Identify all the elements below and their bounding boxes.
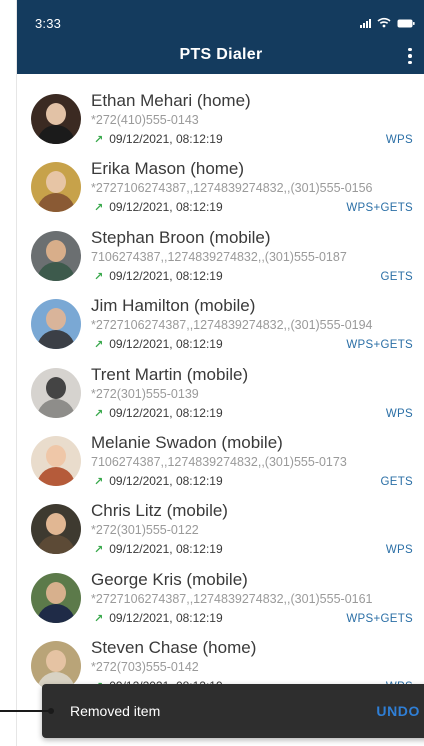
dialed-number: 7106274387,,1274839274832,,(301)555-0173 [91, 454, 347, 469]
call-timestamp-row: ↗ 09/12/2021, 08:12:19 [91, 200, 223, 214]
call-timestamp-row: ↗ 09/12/2021, 08:12:19 [91, 406, 223, 420]
dialed-number: *272(703)555-0142 [91, 660, 199, 675]
avatar [31, 435, 81, 486]
avatar [31, 367, 81, 418]
wifi-icon [377, 17, 391, 28]
contact-name: Chris Litz (mobile) [91, 501, 228, 521]
outgoing-call-arrow-icon: ↗ [94, 202, 104, 215]
call-timestamp-row: ↗ 09/12/2021, 08:12:19 [91, 611, 223, 625]
contact-name: Jim Hamilton (mobile) [91, 296, 256, 316]
battery-icon [397, 19, 415, 28]
dialed-number: *2727106274387,,1274839274832,,(301)555-… [91, 318, 373, 333]
dialed-number: *272(301)555-0122 [91, 523, 199, 538]
dialed-number: *272(410)555-0143 [91, 113, 199, 127]
call-timestamp: 09/12/2021, 08:12:19 [109, 473, 223, 488]
priority-tag: WPS+GETS [346, 202, 413, 215]
status-time: 3:33 [35, 16, 62, 31]
call-list-item[interactable]: Stephan Broon (mobile) 7106274387,,127483… [17, 223, 424, 291]
call-timestamp: 09/12/2021, 08:12:19 [109, 610, 223, 625]
app-bar: 3:33 PTS Dialer [17, 0, 424, 74]
call-list-item[interactable]: Trent Martin (mobile) *272(301)555-0139 ↗ 0… [17, 360, 424, 428]
priority-tag: WPS [385, 544, 413, 557]
contact-name: Ethan Mehari (home) [91, 91, 251, 110]
call-list-item[interactable]: Jim Hamilton (mobile) *2727106274387,,127… [17, 291, 424, 359]
contact-name: George Kris (mobile) [91, 569, 248, 589]
avatar [31, 94, 81, 144]
app-title: PTS Dialer [179, 46, 263, 63]
call-list-item[interactable]: George Kris (mobile) *2727106274387,,1274… [17, 565, 424, 633]
outgoing-call-arrow-icon: ↗ [94, 475, 104, 488]
dialed-number: 7106274387,,1274839274832,,(301)555-0187 [91, 249, 347, 264]
annotation-pointer-line [0, 708, 54, 714]
outgoing-call-arrow-icon: ↗ [94, 544, 104, 557]
status-icons [360, 17, 415, 28]
avatar [31, 299, 81, 350]
priority-tag: WPS+GETS [346, 339, 413, 352]
overflow-menu-button[interactable] [401, 44, 419, 68]
call-list-item[interactable]: Chris Litz (mobile) *272(301)555-0122 ↗ 09/… [17, 496, 424, 564]
call-timestamp: 09/12/2021, 08:12:19 [109, 268, 223, 283]
call-timestamp: 09/12/2021, 08:12:19 [109, 542, 223, 557]
undo-button[interactable]: UNDO [376, 703, 420, 719]
priority-tag: WPS [385, 407, 413, 420]
priority-tag: GETS [380, 270, 413, 283]
dialed-number: *2727106274387,,1274839274832,,(301)555-… [91, 181, 373, 196]
outgoing-call-arrow-icon: ↗ [94, 134, 104, 146]
call-timestamp-row: ↗ 09/12/2021, 08:12:19 [91, 474, 223, 488]
call-timestamp: 09/12/2021, 08:12:19 [109, 405, 223, 420]
contact-name: Erika Mason (home) [91, 159, 245, 179]
contact-name: Steven Chase (home) [91, 638, 257, 658]
outgoing-call-arrow-icon: ↗ [94, 407, 104, 420]
dialed-number: *2727106274387,,1274839274832,,(301)555-… [91, 591, 373, 606]
outgoing-call-arrow-icon: ↗ [94, 270, 104, 283]
dialed-number: *272(301)555-0139 [91, 386, 199, 401]
call-timestamp: 09/12/2021, 08:12:19 [109, 132, 223, 146]
avatar [31, 162, 81, 213]
call-timestamp-row: ↗ 09/12/2021, 08:12:19 [91, 337, 223, 351]
call-timestamp-row: ↗ 09/12/2021, 08:12:19 [91, 542, 223, 556]
snackbar-message: Removed item [70, 703, 161, 719]
outgoing-call-arrow-icon: ↗ [94, 612, 104, 625]
avatar [31, 572, 81, 623]
signal-icon [360, 18, 371, 28]
call-timestamp-row: ↗ 09/12/2021, 08:12:19 [91, 132, 223, 146]
call-timestamp-row: ↗ 09/12/2021, 08:12:19 [91, 269, 223, 283]
call-list-item[interactable]: Ethan Mehari (home) *272(410)555-0143 ↗ 09/… [17, 86, 424, 154]
call-list-item[interactable]: Melanie Swadon (mobile) 7106274387,,12748… [17, 428, 424, 496]
call-timestamp: 09/12/2021, 08:12:19 [109, 200, 223, 215]
snackbar: Removed item UNDO [42, 684, 424, 738]
call-timestamp: 09/12/2021, 08:12:19 [109, 337, 223, 352]
call-list: Ethan Mehari (home) *272(410)555-0143 ↗ 09/… [17, 86, 424, 702]
outgoing-call-arrow-icon: ↗ [94, 339, 104, 352]
app-window: 3:33 PTS Dialer Ethan Mehari (home) *272(… [16, 0, 424, 746]
avatar [31, 230, 81, 281]
priority-tag: GETS [380, 475, 413, 488]
contact-name: Melanie Swadon (mobile) [91, 432, 283, 452]
contact-name: Trent Martin (mobile) [91, 364, 249, 384]
contact-name: Stephan Broon (mobile) [91, 227, 271, 247]
priority-tag: WPS [385, 134, 413, 146]
call-list-item[interactable]: Erika Mason (home) *2727106274387,,127483… [17, 154, 424, 222]
priority-tag: WPS+GETS [346, 612, 413, 625]
avatar [31, 504, 81, 555]
